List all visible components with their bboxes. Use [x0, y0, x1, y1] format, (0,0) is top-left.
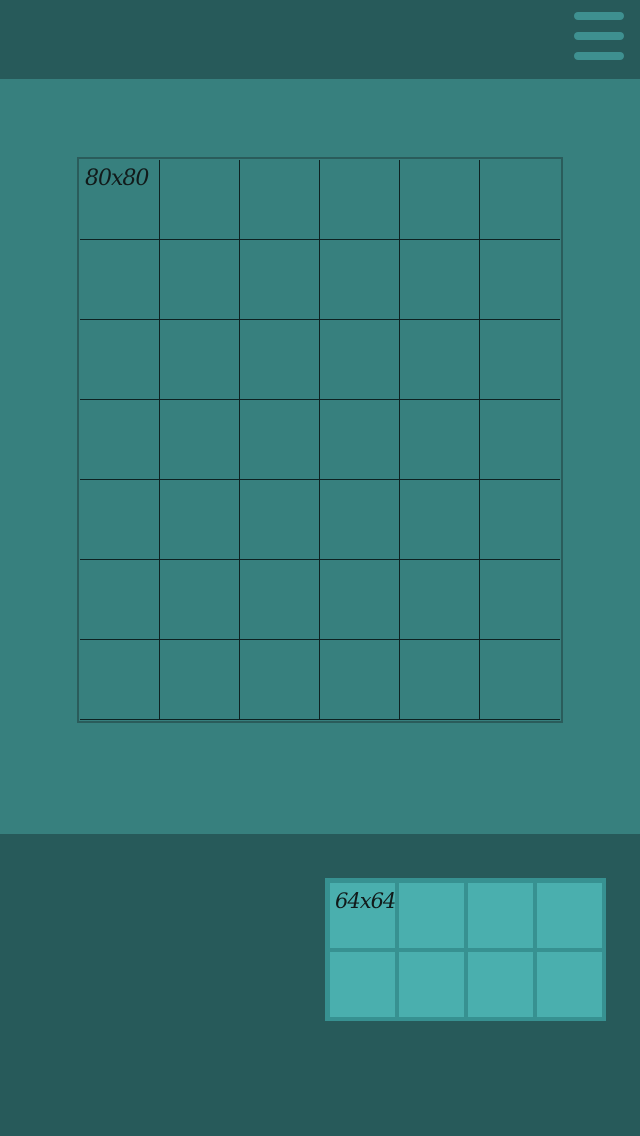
- board-cell[interactable]: [80, 320, 160, 400]
- board-cell[interactable]: [240, 160, 320, 240]
- board-cell[interactable]: [240, 640, 320, 720]
- board-grid: 80x80: [80, 160, 560, 720]
- board-cell[interactable]: [480, 480, 560, 560]
- board-cell[interactable]: [320, 160, 400, 240]
- board-cell[interactable]: [240, 400, 320, 480]
- tray-grid: 64x64: [330, 883, 603, 1017]
- board-cell[interactable]: [240, 240, 320, 320]
- menu-bar: [574, 52, 624, 60]
- board-cell[interactable]: [320, 480, 400, 560]
- board-cell[interactable]: [480, 240, 560, 320]
- board-cell[interactable]: [160, 240, 240, 320]
- top-bar: [0, 0, 640, 79]
- board-cell[interactable]: [400, 560, 480, 640]
- board-cell[interactable]: [400, 480, 480, 560]
- tray-piece-slot[interactable]: [399, 952, 464, 1017]
- tray-piece-slot[interactable]: [537, 883, 602, 948]
- board-cell[interactable]: [160, 480, 240, 560]
- board-cell[interactable]: [80, 400, 160, 480]
- board-cell[interactable]: [80, 640, 160, 720]
- board-cell[interactable]: [400, 640, 480, 720]
- board-cell[interactable]: [400, 320, 480, 400]
- piece-tray: 64x64: [325, 878, 606, 1021]
- game-board: 80x80: [77, 157, 563, 723]
- board-cell[interactable]: [240, 480, 320, 560]
- board-cell[interactable]: [480, 400, 560, 480]
- board-cell[interactable]: [480, 320, 560, 400]
- tray-piece-slot[interactable]: [468, 952, 533, 1017]
- menu-bar: [574, 32, 624, 40]
- board-cell[interactable]: [160, 320, 240, 400]
- board-cell[interactable]: [160, 640, 240, 720]
- tray-piece-slot[interactable]: [468, 883, 533, 948]
- board-cell[interactable]: [480, 160, 560, 240]
- board-cell[interactable]: [160, 560, 240, 640]
- tray-cell-size-label: 64x64: [335, 889, 396, 913]
- board-cell[interactable]: [400, 400, 480, 480]
- board-cell[interactable]: [320, 240, 400, 320]
- hamburger-menu-icon[interactable]: [570, 8, 628, 66]
- board-cell[interactable]: [80, 480, 160, 560]
- board-cell[interactable]: [80, 240, 160, 320]
- board-cell[interactable]: [240, 560, 320, 640]
- board-cell[interactable]: [320, 560, 400, 640]
- board-cell[interactable]: [400, 160, 480, 240]
- tray-piece-slot[interactable]: [399, 883, 464, 948]
- board-cell[interactable]: [160, 160, 240, 240]
- board-cell[interactable]: [480, 640, 560, 720]
- tray-piece-slot[interactable]: [537, 952, 602, 1017]
- board-cell[interactable]: [320, 640, 400, 720]
- tray-piece-slot[interactable]: [330, 952, 395, 1017]
- board-cell[interactable]: [480, 560, 560, 640]
- menu-bar: [574, 12, 624, 20]
- board-cell[interactable]: [240, 320, 320, 400]
- board-cell-size-label: 80x80: [85, 166, 149, 191]
- board-cell[interactable]: [80, 560, 160, 640]
- board-cell[interactable]: 80x80: [80, 160, 160, 240]
- tray-piece-slot[interactable]: 64x64: [330, 883, 396, 948]
- board-cell[interactable]: [400, 240, 480, 320]
- board-cell[interactable]: [320, 320, 400, 400]
- board-cell[interactable]: [160, 400, 240, 480]
- board-cell[interactable]: [320, 400, 400, 480]
